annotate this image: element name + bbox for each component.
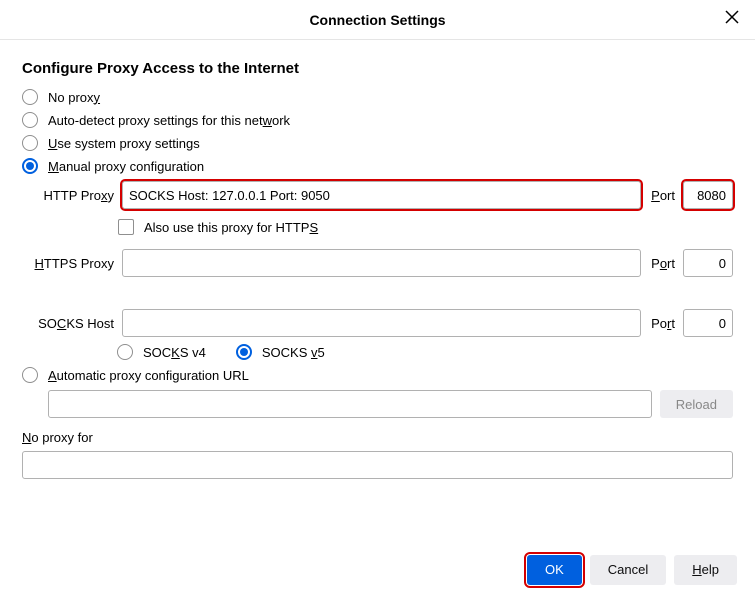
also-https-checkbox[interactable]: Also use this proxy for HTTPS (118, 219, 733, 235)
ok-button[interactable]: OK (527, 555, 582, 585)
radio-auto-detect[interactable]: Auto-detect proxy settings for this netw… (22, 112, 733, 128)
socks5-label: SOCKS v5 (262, 345, 325, 360)
checkbox-icon (118, 219, 134, 235)
radio-icon (22, 158, 38, 174)
pac-url-input[interactable] (48, 390, 652, 418)
radio-icon (22, 112, 38, 128)
radio-label: Auto-detect proxy settings for this netw… (48, 113, 290, 128)
port-label: Port (641, 316, 683, 331)
titlebar: Connection Settings (0, 0, 755, 40)
radio-manual[interactable]: Manual proxy configuration (22, 158, 733, 174)
http-port-input[interactable] (683, 181, 733, 209)
radio-socks5[interactable] (236, 344, 252, 360)
socks-host-row: SOCKS Host Port (22, 309, 733, 337)
checkbox-label: Also use this proxy for HTTPS (144, 220, 318, 235)
cancel-button[interactable]: Cancel (590, 555, 666, 585)
radio-icon (22, 89, 38, 105)
socks4-label: SOCKS v4 (143, 345, 206, 360)
radio-no-proxy[interactable]: No proxy (22, 89, 733, 105)
port-label: Port (641, 188, 683, 203)
https-port-input[interactable] (683, 249, 733, 277)
port-label: Port (641, 256, 683, 271)
radio-icon (22, 367, 38, 383)
http-proxy-row: HTTP Proxy Port (22, 181, 733, 209)
window-title: Connection Settings (309, 12, 445, 28)
radio-icon (22, 135, 38, 151)
socks-port-input[interactable] (683, 309, 733, 337)
no-proxy-for-input[interactable] (22, 451, 733, 479)
radio-label: Manual proxy configuration (48, 159, 204, 174)
socks-version-row: SOCKS v4 SOCKS v5 (117, 344, 733, 360)
footer: OK Cancel Help (0, 542, 755, 597)
radio-label: No proxy (48, 90, 100, 105)
radio-system[interactable]: Use system proxy settings (22, 135, 733, 151)
radio-label: Automatic proxy configuration URL (48, 368, 249, 383)
no-proxy-for-label: No proxy for (22, 430, 733, 445)
https-proxy-label: HTTPS Proxy (22, 256, 122, 271)
help-button[interactable]: Help (674, 555, 737, 585)
https-proxy-input[interactable] (122, 249, 641, 277)
reload-button[interactable]: Reload (660, 390, 733, 418)
https-proxy-row: HTTPS Proxy Port (22, 249, 733, 277)
radio-auto-url[interactable]: Automatic proxy configuration URL (22, 367, 733, 383)
content-scroll[interactable]: Configure Proxy Access to the Internet N… (0, 40, 755, 542)
socks-host-label: SOCKS Host (22, 316, 122, 331)
pac-url-row: Reload (22, 390, 733, 418)
radio-socks4[interactable] (117, 344, 133, 360)
radio-label: Use system proxy settings (48, 136, 200, 151)
section-title: Configure Proxy Access to the Internet (22, 60, 733, 77)
close-icon[interactable] (725, 10, 743, 28)
socks-host-input[interactable] (122, 309, 641, 337)
http-proxy-label: HTTP Proxy (22, 188, 122, 203)
http-proxy-input[interactable] (122, 181, 641, 209)
